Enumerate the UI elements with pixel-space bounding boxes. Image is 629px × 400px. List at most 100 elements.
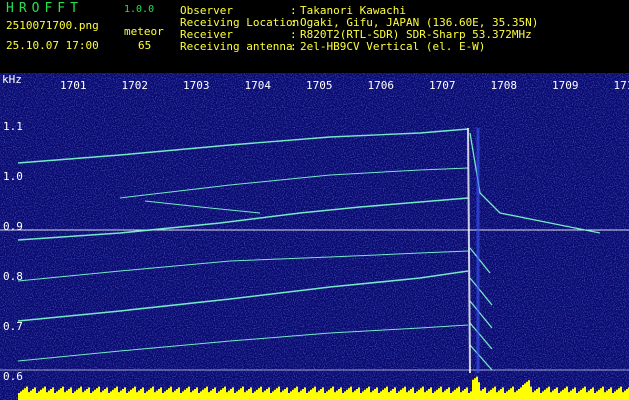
signal-level-bar: [400, 389, 402, 400]
signal-level-bar: [214, 387, 216, 400]
signal-level-bar: [560, 391, 562, 400]
signal-level-bar: [86, 389, 88, 400]
signal-level-bar: [378, 393, 380, 400]
signal-level-bar: [274, 389, 276, 400]
signal-level-bar: [474, 378, 476, 400]
signal-level-bar: [382, 389, 384, 400]
signal-level-bar: [286, 387, 288, 400]
signal-level-bar: [442, 392, 444, 400]
meteor-label: meteor: [124, 25, 164, 38]
signal-level-bar: [470, 391, 472, 400]
signal-level-bar: [524, 383, 526, 400]
signal-level-bar: [252, 393, 254, 400]
file-name: 2510071700.png: [6, 19, 99, 32]
signal-level-bar: [270, 393, 272, 400]
signal-level-bar: [78, 388, 80, 400]
signal-level-bar: [574, 387, 576, 400]
signal-level-bar: [596, 391, 598, 400]
signal-level-bar: [414, 393, 416, 400]
signal-level-bar: [34, 387, 36, 400]
signal-level-bar: [530, 386, 532, 400]
signal-level-bar: [300, 390, 302, 400]
signal-level-bar: [74, 391, 76, 400]
signal-level-bar: [538, 387, 540, 400]
signal-level-bar: [288, 393, 290, 400]
signal-level-bar: [96, 388, 98, 400]
signal-level-bar: [528, 380, 530, 400]
signal-level-bar: [276, 388, 278, 400]
signal-level-bar: [258, 388, 260, 400]
time-tick-label: 1705: [306, 79, 333, 92]
signal-level-bar: [502, 387, 504, 400]
frequency-tick-label: 0.9: [3, 220, 23, 233]
signal-level-bar: [160, 387, 162, 400]
signal-level-bar: [38, 391, 40, 400]
frequency-tick-label: 1.0: [3, 170, 23, 183]
signal-level-bar: [348, 388, 350, 400]
signal-level-bar: [20, 391, 22, 400]
signal-level-bar: [24, 388, 26, 400]
app-version: 1.0.0: [124, 4, 155, 15]
signal-level-bar: [478, 382, 480, 400]
signal-level-bar: [316, 392, 318, 400]
signal-level-bar: [234, 393, 236, 400]
signal-level-bar: [464, 389, 466, 400]
signal-level-bar: [102, 390, 104, 400]
time-tick-label: 1703: [183, 79, 210, 92]
signal-level-bar: [364, 389, 366, 400]
signal-level-bar: [154, 392, 156, 400]
frequency-tick-label: 0.7: [3, 320, 23, 333]
signal-level-bar: [320, 389, 322, 400]
signal-level-bar: [206, 386, 208, 400]
signal-level-bar: [136, 392, 138, 400]
signal-level-bar: [242, 386, 244, 400]
signal-level-bar: [542, 391, 544, 400]
signal-level-bar: [148, 389, 150, 400]
signal-level-bar: [322, 387, 324, 400]
signal-level-bar: [488, 391, 490, 400]
signal-level-bar: [130, 389, 132, 400]
signal-level-bar: [446, 389, 448, 400]
signal-level-bar: [390, 390, 392, 400]
signal-level-bar: [580, 389, 582, 400]
signal-level-bar: [506, 391, 508, 400]
signal-level-bar: [556, 387, 558, 400]
signal-level-bar: [358, 387, 360, 400]
signal-level-bar: [290, 391, 292, 400]
frequency-tick-label: 0.6: [3, 370, 23, 383]
time-tick-label: 1707: [429, 79, 456, 92]
signal-level-bar: [88, 387, 90, 400]
signal-level-bar: [210, 390, 212, 400]
signal-level-bar: [492, 388, 494, 400]
signal-level-bar: [564, 388, 566, 400]
signal-level-bar: [306, 393, 308, 400]
signal-level-bar: [610, 387, 612, 400]
signal-level-bar: [334, 392, 336, 400]
meteor-count: 65: [138, 39, 152, 52]
signal-level-bar: [476, 376, 478, 400]
signal-level-bar: [260, 386, 262, 400]
signal-level-bar: [604, 392, 606, 400]
signal-level-bar: [434, 391, 436, 400]
signal-level-bar: [162, 393, 164, 400]
signal-level-bar: [406, 392, 408, 400]
time-tick-label: 1708: [491, 79, 518, 92]
signal-level-bar: [360, 393, 362, 400]
signal-level-bar: [302, 389, 304, 400]
signal-level-bar: [338, 389, 340, 400]
signal-level-bar: [166, 389, 168, 400]
signal-level-bar: [222, 388, 224, 400]
signal-level-bar: [80, 386, 82, 400]
signal-level-bar: [494, 386, 496, 400]
observation-datetime: 25.10.07 17:00: [6, 39, 99, 52]
signal-level-bar: [522, 385, 524, 400]
signal-level-bar: [622, 392, 624, 400]
signal-level-bar: [310, 389, 312, 400]
signal-level-bar: [608, 389, 610, 400]
signal-level-bar: [408, 390, 410, 400]
signal-level-bar: [216, 393, 218, 400]
signal-level-bar: [278, 386, 280, 400]
signal-level-bar: [412, 387, 414, 400]
signal-level-bar: [356, 389, 358, 400]
spectrogram-noise: [0, 73, 629, 400]
